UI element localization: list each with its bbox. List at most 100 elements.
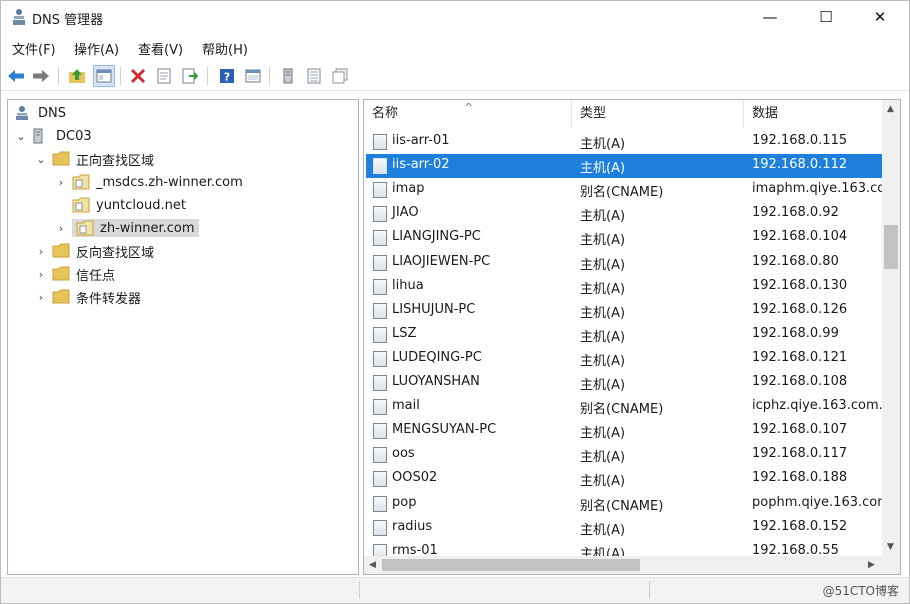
record-data: 192.168.0.126 xyxy=(752,301,848,317)
record-row[interactable]: mail 别名(CNAME) icphz.qiye.163.com. xyxy=(366,395,883,419)
records-list[interactable]: ^ 名称 类型 数据 iis-arr-01 主机(A) 192.168.0.115 i… xyxy=(363,99,901,575)
menu-help[interactable]: 帮助(H) xyxy=(202,39,248,58)
tree-node-forward-zones[interactable]: ⌄ 正向查找区域 xyxy=(34,148,154,170)
scroll-left-icon[interactable]: ◀ xyxy=(369,560,376,570)
svg-text:?: ? xyxy=(224,71,230,84)
column-header-name-label: 名称 xyxy=(372,106,399,121)
back-icon[interactable] xyxy=(5,65,27,87)
scroll-down-icon[interactable]: ▼ xyxy=(887,542,894,552)
tree-label-dns: DNS xyxy=(38,105,66,121)
up-icon[interactable] xyxy=(66,65,88,87)
console-tree[interactable]: DNS ⌄ DC03 ⌄ 正向查找区域 › _msdcs.zh-winner.c… xyxy=(7,99,359,575)
collapse-chevron-icon[interactable]: ⌄ xyxy=(34,152,48,166)
record-type: 主机(A) xyxy=(580,378,626,393)
record-row[interactable]: LUDEQING-PC 主机(A) 192.168.0.121 xyxy=(366,347,882,371)
record-row[interactable]: JIAO 主机(A) 192.168.0.92 xyxy=(366,202,882,226)
help-icon[interactable]: ? xyxy=(216,65,238,87)
record-name: LSZ xyxy=(392,325,417,341)
expand-chevron-icon[interactable]: › xyxy=(34,290,48,304)
record-row-selected[interactable]: iis-arr-02 主机(A) 192.168.0.112 xyxy=(366,154,882,179)
dns-record-icon xyxy=(373,206,387,223)
tree-node-trust-points[interactable]: › 信任点 xyxy=(34,263,115,285)
record-row[interactable]: LISHUJUN-PC 主机(A) 192.168.0.126 xyxy=(366,299,882,323)
dns-record-icon xyxy=(373,447,387,464)
menu-view[interactable]: 查看(V) xyxy=(138,39,183,58)
menu-file[interactable]: 文件(F) xyxy=(12,39,56,58)
minimize-button[interactable]: — xyxy=(747,1,793,33)
tree-node-zone-yuntcloud[interactable]: yuntcloud.net xyxy=(72,194,186,216)
horizontal-scrollbar[interactable]: ◀ ▶ xyxy=(364,556,900,574)
vertical-scroll-thumb[interactable] xyxy=(884,225,898,269)
record-name: mail xyxy=(392,398,420,414)
record-data: icphz.qiye.163.com. xyxy=(752,398,883,414)
selected-tree-node[interactable]: zh-winner.com xyxy=(72,219,199,237)
collapse-chevron-icon[interactable]: ⌄ xyxy=(14,129,28,143)
maximize-button[interactable]: ☐ xyxy=(803,1,849,33)
record-name: oos xyxy=(392,446,415,462)
tree-label-zone: yuntcloud.net xyxy=(96,197,186,213)
tree-node-dns[interactable]: DNS xyxy=(14,102,66,124)
expand-chevron-icon[interactable]: › xyxy=(54,175,68,189)
expand-chevron-icon[interactable]: › xyxy=(54,221,68,235)
menu-action[interactable]: 操作(A) xyxy=(74,39,119,58)
column-header-type[interactable]: 类型 xyxy=(572,100,744,128)
dns-record-icon xyxy=(373,182,387,199)
record-row[interactable]: LUOYANSHAN 主机(A) 192.168.0.108 xyxy=(366,371,882,395)
record-row[interactable]: LIANGJING-PC 主机(A) 192.168.0.104 xyxy=(366,226,882,250)
sort-ascending-icon: ^ xyxy=(464,101,474,114)
record-row[interactable]: lihua 主机(A) 192.168.0.130 xyxy=(366,275,882,299)
record-row[interactable]: MENGSUYAN-PC 主机(A) 192.168.0.107 xyxy=(366,419,882,443)
tree-node-zone-zh-winner[interactable]: › zh-winner.com xyxy=(54,217,199,239)
record-row[interactable]: OOS02 主机(A) 192.168.0.188 xyxy=(366,467,882,491)
tree-label-forward-zones: 正向查找区域 xyxy=(76,153,155,169)
server-icon[interactable] xyxy=(277,65,299,87)
forward-icon[interactable] xyxy=(30,65,52,87)
record-data: 192.168.0.99 xyxy=(752,325,839,341)
scroll-right-icon[interactable]: ▶ xyxy=(868,560,875,570)
column-header-name[interactable]: ^ 名称 xyxy=(364,100,572,128)
view-icon[interactable] xyxy=(242,65,264,87)
expand-chevron-icon[interactable]: › xyxy=(34,244,48,258)
tree-node-server[interactable]: ⌄ DC03 xyxy=(14,125,92,147)
record-data: 192.168.0.108 xyxy=(752,374,848,389)
record-row[interactable]: oos 主机(A) 192.168.0.117 xyxy=(366,443,882,467)
tree-node-conditional-forwarders[interactable]: › 条件转发器 xyxy=(34,286,141,308)
console-tree-icon[interactable] xyxy=(93,65,115,87)
zone-icon[interactable] xyxy=(329,65,351,87)
record-row[interactable]: radius 主机(A) 192.168.0.152 xyxy=(366,516,882,540)
record-data: 192.168.0.117 xyxy=(752,446,848,462)
vertical-scrollbar[interactable]: ▲ ▼ xyxy=(882,100,900,558)
properties-icon[interactable] xyxy=(153,65,175,87)
record-name: pop xyxy=(392,494,417,510)
record-row[interactable]: LSZ 主机(A) 192.168.0.99 xyxy=(366,323,882,347)
record-row[interactable]: imap 别名(CNAME) imaphm.qiye.163.com xyxy=(366,178,898,202)
zone-folder-icon xyxy=(76,220,94,236)
record-data: 192.168.0.121 xyxy=(752,349,848,365)
record-type: 主机(A) xyxy=(580,305,626,321)
record-name: LUOYANSHAN xyxy=(392,374,480,389)
tree-label-trust-points: 信任点 xyxy=(76,268,116,284)
horizontal-scroll-thumb[interactable] xyxy=(382,559,640,571)
list-icon[interactable] xyxy=(303,65,325,87)
column-header-data-label: 数据 xyxy=(752,106,779,121)
record-data: pophm.qiye.163.com xyxy=(752,494,890,510)
record-row[interactable]: pop 别名(CNAME) pophm.qiye.163.com xyxy=(366,492,890,516)
zone-folder-icon xyxy=(72,174,90,190)
watermark-text: @51CTO博客 xyxy=(822,584,899,598)
close-button[interactable]: ✕ xyxy=(857,1,903,33)
dns-manager-window: DNS 管理器 — ☐ ✕ 文件(F) 操作(A) 查看(V) 帮助(H) ? … xyxy=(0,0,910,604)
record-row[interactable]: LIAOJIEWEN-PC 主机(A) 192.168.0.80 xyxy=(366,251,882,275)
record-data: 192.168.0.80 xyxy=(752,253,839,269)
dns-root-icon xyxy=(14,105,32,121)
record-name: MENGSUYAN-PC xyxy=(392,422,497,438)
delete-icon[interactable] xyxy=(127,65,149,87)
record-row[interactable]: iis-arr-01 主机(A) 192.168.0.115 xyxy=(366,130,882,154)
expand-chevron-icon[interactable]: › xyxy=(34,267,48,281)
dns-record-icon xyxy=(373,375,387,391)
tree-node-reverse-zones[interactable]: › 反向查找区域 xyxy=(34,240,154,262)
menu-bar: 文件(F) 操作(A) 查看(V) 帮助(H) xyxy=(1,35,909,59)
export-icon[interactable] xyxy=(179,65,201,87)
scroll-up-icon[interactable]: ▲ xyxy=(887,104,894,114)
tree-node-zone-msdcs[interactable]: › _msdcs.zh-winner.com xyxy=(54,171,243,193)
column-header-data[interactable]: 数据 xyxy=(744,100,884,128)
